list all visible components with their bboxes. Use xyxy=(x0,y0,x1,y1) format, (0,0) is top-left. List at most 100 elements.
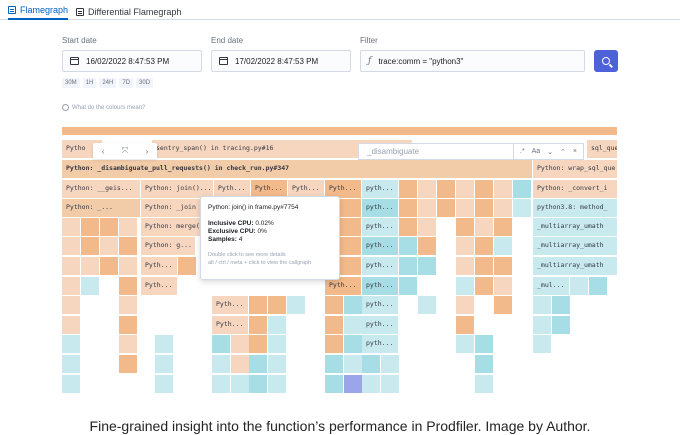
flame-frame[interactable] xyxy=(62,375,80,393)
flame-frame[interactable] xyxy=(155,375,173,393)
flame-frame[interactable] xyxy=(399,257,417,275)
flame-frame[interactable] xyxy=(494,296,512,314)
flame-frame[interactable] xyxy=(268,375,286,393)
range-1h[interactable]: 1H xyxy=(82,78,97,88)
flame-frame[interactable] xyxy=(456,199,474,217)
flame-frame[interactable] xyxy=(475,375,493,393)
flame-frame[interactable]: Python: _convert_i xyxy=(533,180,617,198)
close-icon[interactable]: × xyxy=(573,148,577,155)
flame-frame[interactable] xyxy=(494,277,512,295)
fit-to-screen-icon[interactable]: ⤧ xyxy=(122,146,128,156)
flame-frame[interactable] xyxy=(81,218,99,236)
flame-frame[interactable]: pyth... xyxy=(362,277,398,295)
flame-frame[interactable] xyxy=(570,277,588,295)
flame-frame[interactable] xyxy=(212,355,230,373)
match-case-toggle-icon[interactable]: Aa xyxy=(532,148,541,155)
flame-frame[interactable] xyxy=(418,296,436,314)
range-7d[interactable]: 7D xyxy=(119,78,134,88)
flame-frame[interactable] xyxy=(475,237,493,255)
flame-frame[interactable] xyxy=(533,296,551,314)
flame-frame[interactable]: _multiarray_umath xyxy=(533,237,617,255)
flame-frame[interactable] xyxy=(325,355,343,373)
flame-frame[interactable] xyxy=(119,277,137,295)
flame-frame[interactable] xyxy=(81,237,99,255)
flame-frame[interactable] xyxy=(456,277,474,295)
flame-frame[interactable]: sql_que xyxy=(587,140,617,158)
flame-frame[interactable] xyxy=(475,355,493,373)
flame-frame[interactable] xyxy=(456,316,474,334)
chevron-right-icon[interactable]: › xyxy=(146,147,149,156)
flame-frame[interactable] xyxy=(344,296,362,314)
flame-frame[interactable] xyxy=(119,257,137,275)
flame-frame[interactable] xyxy=(494,218,512,236)
flame-frame[interactable] xyxy=(119,237,137,255)
flame-frame[interactable] xyxy=(178,257,196,275)
flame-frame[interactable] xyxy=(249,296,267,314)
flame-frame[interactable] xyxy=(155,355,173,373)
flame-frame[interactable] xyxy=(513,180,531,198)
flame-frame[interactable] xyxy=(268,296,286,314)
flame-frame-selected[interactable] xyxy=(344,375,362,393)
flame-frame[interactable] xyxy=(362,375,380,393)
flame-frame[interactable] xyxy=(249,355,267,373)
flame-frame[interactable]: pyth... xyxy=(362,335,398,353)
flame-frame[interactable] xyxy=(62,316,80,334)
chevron-down-icon[interactable]: ⌄ xyxy=(547,148,553,156)
flame-frame[interactable] xyxy=(552,316,570,334)
flame-frame[interactable] xyxy=(325,375,343,393)
flame-frame[interactable] xyxy=(418,199,436,217)
flame-frame[interactable] xyxy=(287,296,305,314)
flame-frame[interactable] xyxy=(362,355,380,373)
flame-frame[interactable] xyxy=(344,335,362,353)
flame-frame[interactable] xyxy=(475,218,493,236)
flame-frame[interactable] xyxy=(62,218,80,236)
flame-frame[interactable] xyxy=(381,375,399,393)
flame-frame[interactable]: pyth... xyxy=(362,296,398,314)
flame-frame[interactable] xyxy=(475,180,493,198)
flame-frame[interactable]: pyth... xyxy=(362,199,398,217)
flame-frame[interactable]: pyth... xyxy=(362,180,398,198)
flame-frame[interactable] xyxy=(249,375,267,393)
flamegraph-search-input[interactable]: _disambiguate xyxy=(359,147,513,156)
flame-frame[interactable] xyxy=(249,335,267,353)
range-24h[interactable]: 24H xyxy=(99,78,117,88)
colour-help-link[interactable]: What do the colours mean? xyxy=(62,104,145,111)
flame-frame[interactable]: Python: merge( xyxy=(141,218,201,236)
chevron-left-icon[interactable]: ‹ xyxy=(102,147,105,156)
flame-frame[interactable] xyxy=(494,237,512,255)
start-date-field[interactable]: 16/02/2022 8:47:53 PM xyxy=(62,50,202,72)
flame-frame[interactable]: Python: __geis... xyxy=(62,180,140,198)
flame-frame[interactable]: pyth... xyxy=(362,316,398,334)
flame-frame[interactable] xyxy=(437,199,455,217)
flame-frame[interactable]: Python: _... xyxy=(62,199,140,217)
flame-frame[interactable]: pyth... xyxy=(362,237,398,255)
flame-frame[interactable] xyxy=(437,180,455,198)
flame-frame[interactable] xyxy=(100,218,118,236)
search-button[interactable] xyxy=(594,50,618,72)
flame-frame[interactable] xyxy=(62,355,80,373)
flame-frame[interactable]: Pyth... xyxy=(141,277,177,295)
tab-differential-flamegraph[interactable]: Differential Flamegraph xyxy=(76,3,181,20)
flame-frame[interactable] xyxy=(475,277,493,295)
flame-frame[interactable] xyxy=(456,296,474,314)
flame-frame[interactable] xyxy=(533,316,551,334)
flame-frame[interactable] xyxy=(418,218,436,236)
filter-input[interactable]: ƒ trace:comm = "python3" xyxy=(360,50,585,72)
flame-root-bar[interactable] xyxy=(62,127,617,135)
flame-frame[interactable] xyxy=(325,296,343,314)
flame-frame[interactable]: Pyth... xyxy=(212,296,248,314)
flame-frame[interactable] xyxy=(475,335,493,353)
flame-frame[interactable] xyxy=(456,335,474,353)
flame-frame[interactable]: Python: g... xyxy=(141,237,195,255)
tab-flamegraph[interactable]: Flamegraph xyxy=(8,3,69,20)
flame-frame[interactable] xyxy=(399,199,417,217)
flame-frame[interactable] xyxy=(344,355,362,373)
flame-frame[interactable] xyxy=(381,355,399,373)
flame-frame[interactable] xyxy=(268,316,286,334)
flame-frame[interactable] xyxy=(399,277,417,295)
flame-frame[interactable]: _multiarray_umath xyxy=(533,218,617,236)
flamegraph-search[interactable]: _disambiguate .* Aa ⌄ ⌃ × xyxy=(358,143,584,160)
flame-frame[interactable] xyxy=(325,316,343,334)
flame-frame[interactable]: Pyth... xyxy=(212,316,248,334)
flame-frame[interactable] xyxy=(119,316,137,334)
